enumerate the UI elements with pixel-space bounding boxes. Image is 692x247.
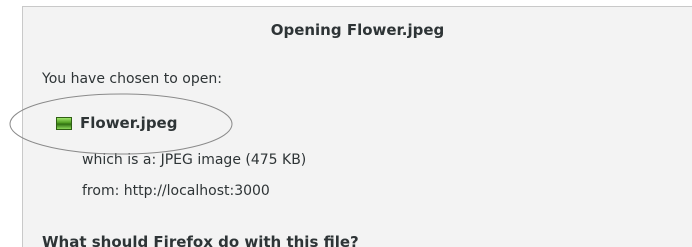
image-file-icon [56,116,72,130]
file-row: Flower.jpeg [56,113,177,133]
intro-text: You have chosen to open: [42,71,222,87]
action-question: What should Firefox do with this file? [42,233,359,247]
file-type-line: which is a: JPEG image (475 KB) [82,152,307,168]
open-file-dialog: Opening Flower.jpeg You have chosen to o… [22,6,692,247]
file-name: Flower.jpeg [80,114,178,132]
dialog-title: Opening Flower.jpeg [270,21,445,39]
file-source-line: from: http://localhost:3000 [82,183,270,199]
